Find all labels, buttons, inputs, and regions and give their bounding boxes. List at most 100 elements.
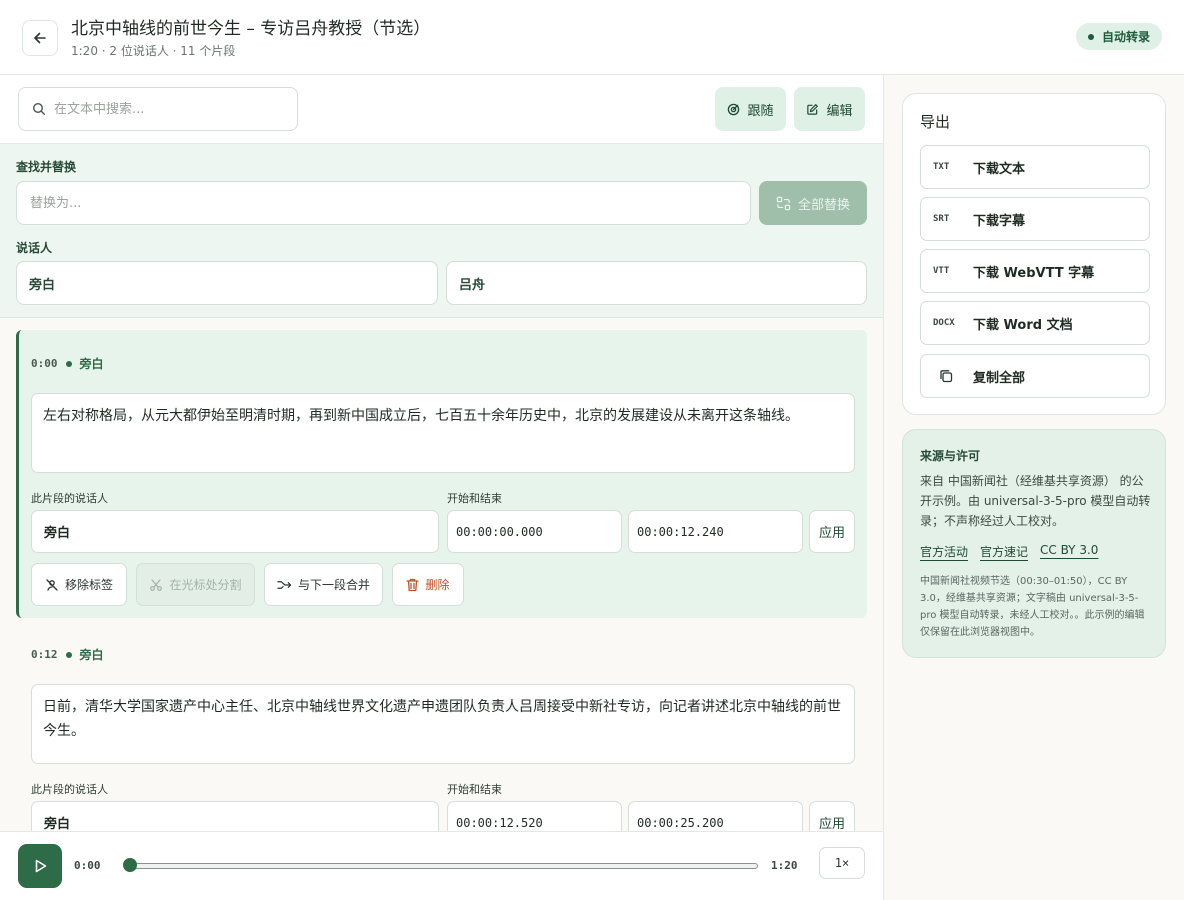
segment-text[interactable]: 日前，清华大学国家遗产中心主任、北京中轴线世界文化遗产申遗团队负责人吕周接受中新…: [31, 684, 855, 764]
segment-end-input[interactable]: 00:00:25.200: [628, 801, 803, 831]
segment-speaker-label: 此片段的说话人: [31, 492, 108, 505]
status-badge-label: 自动转录: [1101, 30, 1150, 44]
segment-speaker-input[interactable]: 旁白: [31, 510, 439, 553]
side-panel: 导出 TXT 下载文本 SRT 下载字幕 VTT 下载 WebVTT 字幕 DO…: [884, 75, 1184, 900]
export-label: 下载 Word 文档: [973, 317, 1073, 333]
status-badge: 自动转录: [1075, 23, 1162, 50]
segment-speaker: 旁白: [79, 648, 104, 662]
seek-bar[interactable]: [126, 863, 758, 869]
search-icon: [32, 102, 45, 115]
speaker-name: 吕舟: [459, 277, 486, 293]
segment-speaker-label: 此片段的说话人: [31, 783, 108, 796]
export-label: 下载字幕: [973, 213, 1026, 229]
speaker-dot-icon: [65, 360, 72, 367]
back-button[interactable]: [22, 20, 58, 56]
app-header: 北京中轴线的前世今生 – 专访吕舟教授（节选） 1:20 · 2 位说话人 · …: [0, 0, 1184, 75]
remove-label-button[interactable]: 移除标签: [31, 563, 127, 606]
audio-player: 0:00 1:20 1×: [0, 831, 883, 900]
export-vtt-button[interactable]: VTT 下载 WebVTT 字幕: [920, 249, 1150, 293]
official-event-link[interactable]: 官方活动: [920, 543, 968, 560]
source-title: 来源与许可: [920, 449, 981, 463]
replace-all-label: 全部替换: [797, 197, 850, 213]
speakers-label: 说话人: [16, 241, 53, 255]
delete-segment-button[interactable]: 删除: [392, 563, 464, 606]
license-link[interactable]: CC BY 3.0: [1040, 543, 1098, 560]
segment-text[interactable]: 左右对称格局，从元大都伊始至明清时期，再到新中国成立后，七百五十余年历史中，北京…: [31, 393, 855, 473]
swap-icon: [776, 196, 791, 210]
export-docx-button[interactable]: DOCX 下载 Word 文档: [920, 301, 1150, 345]
export-label: 下载文本: [973, 161, 1026, 177]
search-field[interactable]: [18, 87, 298, 131]
speaker-rename-field[interactable]: 吕舟: [446, 261, 867, 305]
status-dot-icon: [1087, 33, 1094, 40]
speaker-dot-icon: [65, 651, 72, 658]
segment-range-label: 开始和结束: [447, 492, 502, 505]
edit-button-label: 编辑: [826, 103, 853, 119]
format-tag: TXT: [933, 162, 950, 172]
duration: 1:20: [771, 859, 798, 872]
split-text: 在光标处分割: [169, 578, 242, 592]
format-tag: VTT: [933, 266, 950, 276]
format-tag: SRT: [933, 214, 950, 224]
copy-all-button[interactable]: 复制全部: [920, 354, 1150, 398]
speaker-name: 旁白: [29, 277, 56, 293]
segment-card[interactable]: 0:00 旁白 左右对称格局，从元大都伊始至明清时期，再到新中国成立后，七百五十…: [16, 330, 867, 618]
segment-time[interactable]: 0:00: [31, 357, 58, 370]
find-replace-label: 查找并替换: [16, 160, 77, 174]
search-input[interactable]: [54, 101, 274, 117]
play-button[interactable]: [18, 844, 62, 888]
replace-all-button[interactable]: 全部替换: [759, 181, 867, 225]
copy-all-label: 复制全部: [973, 370, 1026, 386]
edit-button[interactable]: 编辑: [794, 87, 865, 131]
find-replace-panel: 查找并替换 全部替换 说话人 旁白 吕舟: [0, 143, 883, 318]
remove-label-text: 移除标签: [64, 578, 113, 592]
source-note: 中国新闻社视频节选（00:30–01:50），CC BY 3.0，经维基共享资源…: [920, 576, 1145, 638]
apply-button[interactable]: 应用: [809, 801, 855, 831]
export-title: 导出: [920, 113, 951, 131]
follow-button[interactable]: 跟随: [715, 87, 786, 131]
scissors-icon: [150, 578, 163, 591]
arrow-left-icon: [34, 32, 46, 44]
segment-time[interactable]: 0:12: [31, 648, 58, 661]
source-links: 官方活动 官方速记 CC BY 3.0: [920, 543, 1098, 560]
tag-off-icon: [46, 578, 58, 591]
export-txt-button[interactable]: TXT 下载文本: [920, 145, 1150, 189]
apply-button[interactable]: 应用: [809, 510, 855, 553]
segment-start-input[interactable]: 00:00:00.000: [447, 510, 622, 553]
format-tag: DOCX: [933, 318, 955, 328]
official-transcript-link[interactable]: 官方速记: [980, 543, 1028, 560]
segment-header: 0:00 旁白: [31, 355, 104, 372]
trash-icon: [406, 578, 420, 591]
page-title: 北京中轴线的前世今生 – 专访吕舟教授（节选）: [71, 19, 431, 39]
segment-speaker: 旁白: [79, 357, 104, 371]
segment-card[interactable]: 0:12 旁白 日前，清华大学国家遗产中心主任、北京中轴线世界文化遗产申遗团队负…: [16, 621, 867, 831]
export-label: 下载 WebVTT 字幕: [973, 265, 1095, 281]
segment-list: 0:00 旁白 左右对称格局，从元大都伊始至明清时期，再到新中国成立后，七百五十…: [0, 318, 883, 831]
seek-thumb[interactable]: [123, 858, 137, 872]
segment-speaker-input[interactable]: 旁白: [31, 801, 439, 831]
source-description: 来自 中国新闻社（经维基共享资源） 的公开示例。由 universal-3-5-…: [920, 474, 1151, 528]
split-at-cursor-button[interactable]: 在光标处分割: [136, 563, 255, 606]
export-card: 导出 TXT 下载文本 SRT 下载字幕 VTT 下载 WebVTT 字幕 DO…: [902, 93, 1166, 415]
merge-text: 与下一段合并: [297, 578, 370, 592]
target-icon: [728, 103, 740, 115]
delete-text: 删除: [425, 578, 450, 592]
speaker-rename-field[interactable]: 旁白: [16, 261, 438, 305]
page-meta: 1:20 · 2 位说话人 · 11 个片段: [71, 44, 236, 58]
segment-range-label: 开始和结束: [447, 783, 502, 796]
segment-start-input[interactable]: 00:00:12.520: [447, 801, 622, 831]
copy-icon: [940, 370, 953, 383]
source-card: 来源与许可 来自 中国新闻社（经维基共享资源） 的公开示例。由 universa…: [902, 429, 1166, 658]
follow-button-label: 跟随: [747, 103, 774, 119]
current-time: 0:00: [74, 859, 101, 872]
pencil-icon: [807, 103, 819, 115]
play-icon: [35, 859, 47, 873]
transcript-main: 跟随 编辑 查找并替换 全部替换 说话人 旁白 吕舟: [0, 75, 884, 900]
copy-icon-wrap: [921, 369, 973, 383]
merge-next-button[interactable]: 与下一段合并: [264, 563, 383, 606]
segment-end-input[interactable]: 00:00:12.240: [628, 510, 803, 553]
export-srt-button[interactable]: SRT 下载字幕: [920, 197, 1150, 241]
replace-input[interactable]: [16, 181, 751, 225]
merge-icon: [277, 580, 292, 589]
speed-button[interactable]: 1×: [819, 847, 865, 879]
